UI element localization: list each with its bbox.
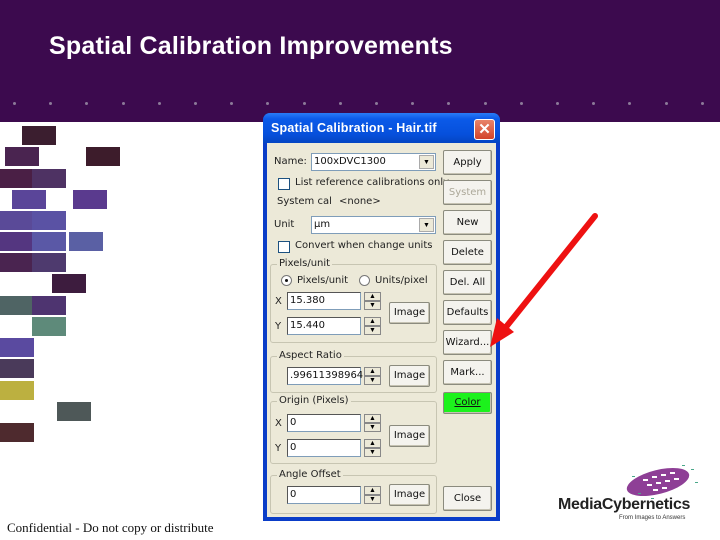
logo-tagline: From Images to Answers <box>619 515 686 521</box>
mediacybernetics-logo: MediaCybernetics From Images to Answers <box>555 462 715 528</box>
logo-name: MediaCybernetics <box>558 496 691 513</box>
arrow-shaft <box>503 213 598 330</box>
annotation-arrow <box>490 213 598 347</box>
confidential-footer: Confidential - Do not copy or distribute <box>7 520 214 535</box>
